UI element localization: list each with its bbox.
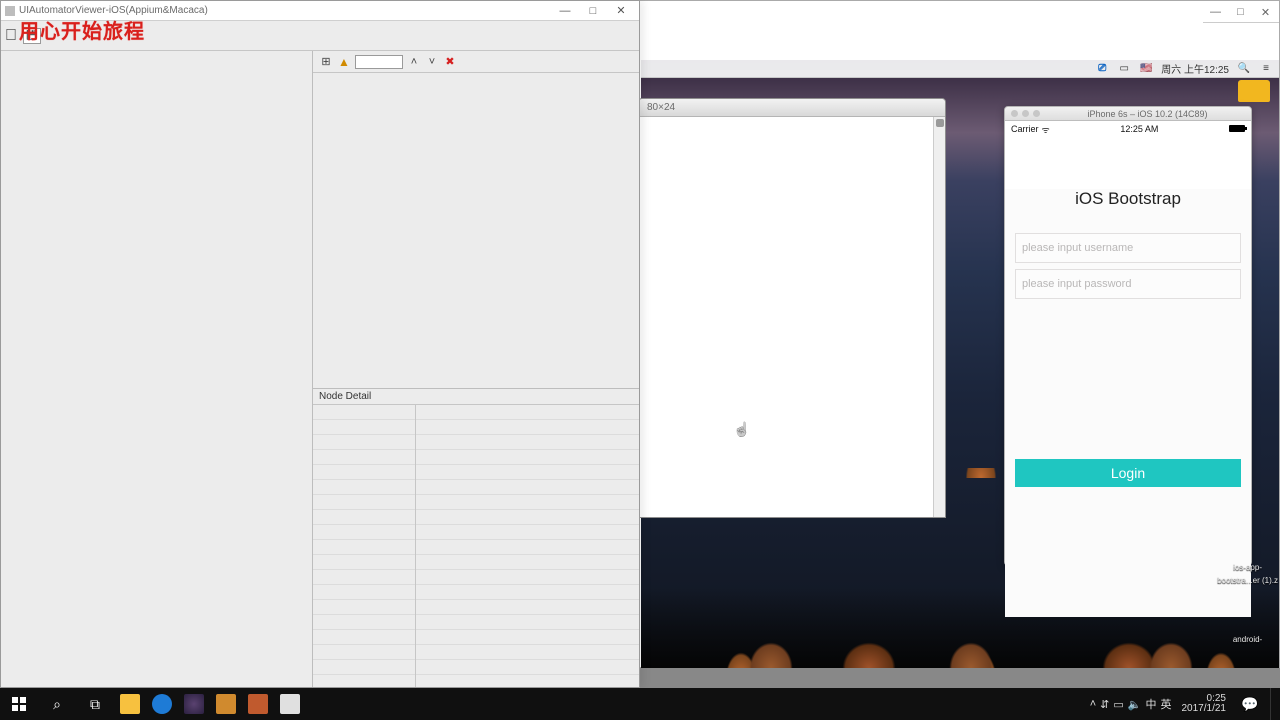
- mac-menubar-clock[interactable]: 周六 上午12:25: [1161, 61, 1229, 76]
- start-button[interactable]: [0, 688, 38, 720]
- search-next-button[interactable]: ˅: [425, 55, 439, 69]
- tray-ime2[interactable]: 英: [1161, 696, 1172, 712]
- table-row: [313, 570, 639, 585]
- taskbar-app-edge[interactable]: [146, 688, 178, 720]
- display-icon[interactable]: ▭: [1117, 62, 1131, 76]
- tree-toolbar: ⊞ ▲ ˄ ˅ ✖: [313, 51, 639, 73]
- terminal-scrollbar[interactable]: [933, 117, 945, 517]
- inspector-min-button[interactable]: —: [551, 3, 579, 19]
- tray-network-icon[interactable]: ⇵: [1100, 698, 1109, 711]
- app-title: iOS Bootstrap: [1005, 189, 1251, 209]
- username-field[interactable]: please input username: [1015, 233, 1241, 263]
- node-detail-table[interactable]: [313, 405, 639, 687]
- cursor-icon: [733, 421, 749, 439]
- wifi-icon: ᯤ: [1042, 123, 1050, 136]
- table-row: [313, 405, 639, 420]
- tray-battery-icon[interactable]: ▭: [1113, 698, 1123, 711]
- table-row: [313, 510, 639, 525]
- traffic-light-close-icon[interactable]: [1011, 110, 1018, 117]
- windows-taskbar[interactable]: ⌕ ⧉ ˄ ⇵ ▭ 🔈 中 英 0:25 2017/1/21 💬: [0, 688, 1280, 720]
- taskbar-app-eclipse[interactable]: [178, 688, 210, 720]
- tray-chevron-icon[interactable]: ˄: [1090, 698, 1096, 710]
- table-row: [313, 630, 639, 645]
- simulator-titlebar[interactable]: iPhone 6s – iOS 10.2 (14C89): [1005, 107, 1251, 121]
- warning-icon[interactable]: ▲: [337, 55, 351, 69]
- table-row: [313, 585, 639, 600]
- annotation-overlay: 用心开始旅程: [19, 15, 145, 44]
- terminal-window[interactable]: 80×24: [638, 98, 946, 518]
- search-prev-button[interactable]: ˄: [407, 55, 421, 69]
- mac-desktop-folder[interactable]: [1238, 80, 1270, 102]
- carrier-label: Carrier: [1011, 124, 1039, 134]
- search-button[interactable]: ⌕: [38, 688, 76, 720]
- menu-icon[interactable]: ≡: [1259, 62, 1273, 76]
- simulator-app-screen: iOS Bootstrap please input username plea…: [1005, 189, 1251, 617]
- password-field[interactable]: please input password: [1015, 269, 1241, 299]
- simulator-status-bar: Carrier ᯤ 12:25 AM: [1005, 121, 1251, 137]
- remote-window-controls: — □ ✕: [1203, 1, 1279, 23]
- task-view-button[interactable]: ⧉: [76, 688, 114, 720]
- inspector-max-button[interactable]: □: [579, 3, 607, 19]
- terminal-title: 80×24: [639, 99, 945, 117]
- remote-min-button[interactable]: —: [1203, 1, 1228, 23]
- table-row: [313, 615, 639, 630]
- remote-max-button[interactable]: □: [1228, 1, 1253, 23]
- mac-menubar: ⎚ ▭ 🇺🇸 周六 上午12:25 🔍 ≡: [641, 60, 1279, 78]
- ios-simulator-window[interactable]: iPhone 6s – iOS 10.2 (14C89) Carrier ᯤ 1…: [1004, 106, 1252, 566]
- clear-search-button[interactable]: ✖: [443, 55, 457, 69]
- inspector-close-button[interactable]: ✕: [607, 3, 635, 19]
- show-desktop-button[interactable]: [1270, 688, 1276, 720]
- table-row: [313, 420, 639, 435]
- table-row: [313, 660, 639, 675]
- teamviewer-icon[interactable]: ⎚: [1095, 62, 1109, 76]
- tray-ime1[interactable]: 中: [1146, 696, 1157, 712]
- node-detail-header: Node Detail: [313, 389, 639, 405]
- table-row: [313, 525, 639, 540]
- table-row: [313, 435, 639, 450]
- uiautomator-viewer-window[interactable]: UIAutomatorViewer-iOS(Appium&Macaca) — □…: [0, 0, 640, 688]
- table-row: [313, 645, 639, 660]
- taskbar-app-explorer[interactable]: [114, 688, 146, 720]
- table-row: [313, 480, 639, 495]
- taskbar-app-generic2[interactable]: [242, 688, 274, 720]
- traffic-light-min-icon[interactable]: [1022, 110, 1029, 117]
- screenshot-panel[interactable]: [1, 51, 313, 687]
- app-icon: [5, 6, 15, 16]
- simulator-title: iPhone 6s – iOS 10.2 (14C89): [1087, 109, 1207, 119]
- apple-icon[interactable]: : [5, 27, 17, 45]
- table-row: [313, 450, 639, 465]
- mac-desktop-file-labels: ios-app- bootstra...er (1).z android-: [1217, 560, 1278, 644]
- action-center-button[interactable]: 💬: [1236, 696, 1264, 713]
- table-row: [313, 465, 639, 480]
- login-button[interactable]: Login: [1015, 459, 1241, 487]
- flag-icon[interactable]: 🇺🇸: [1139, 62, 1153, 76]
- terminal-body[interactable]: [639, 117, 945, 517]
- tree-search-input[interactable]: [355, 55, 403, 69]
- simulator-clock: 12:25 AM: [1120, 124, 1158, 134]
- battery-icon: [1229, 125, 1245, 132]
- ui-tree-panel[interactable]: [313, 73, 639, 389]
- traffic-light-max-icon[interactable]: [1033, 110, 1040, 117]
- expand-all-button[interactable]: ⊞: [319, 55, 333, 69]
- table-row: [313, 540, 639, 555]
- system-tray[interactable]: ˄ ⇵ ▭ 🔈 中 英: [1090, 696, 1172, 712]
- tray-volume-icon[interactable]: 🔈: [1128, 698, 1142, 711]
- spotlight-icon[interactable]: 🔍: [1237, 62, 1251, 76]
- taskbar-app-generic1[interactable]: [210, 688, 242, 720]
- table-row: [313, 555, 639, 570]
- taskbar-app-generic3[interactable]: [274, 688, 306, 720]
- table-row: [313, 495, 639, 510]
- taskbar-clock[interactable]: 0:25 2017/1/21: [1178, 692, 1231, 716]
- table-row: [313, 600, 639, 615]
- remote-close-button[interactable]: ✕: [1253, 1, 1278, 23]
